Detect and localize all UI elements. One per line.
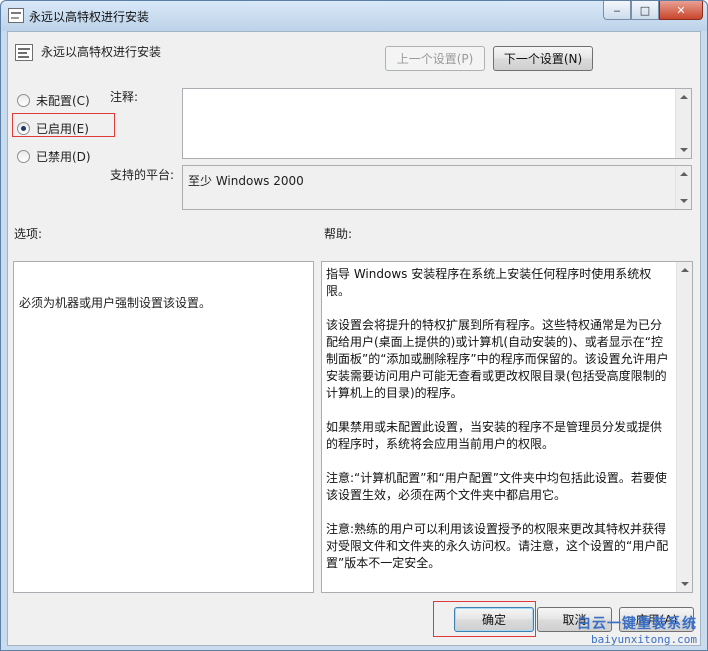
options-text: 必须为机器或用户强制设置该设置。 xyxy=(19,296,212,310)
previous-setting-button[interactable]: 上一个设置(P) xyxy=(385,46,485,71)
setting-icon xyxy=(15,44,33,61)
radio-disabled-label: 已禁用(D) xyxy=(36,150,91,164)
help-paragraph: 注意:“计算机配置”和“用户配置”文件夹中均包括此设置。若要使该设置生效，必须在… xyxy=(326,471,667,502)
help-text: 指导 Windows 安装程序在系统上安装任何程序时使用系统权限。 该设置会将提… xyxy=(326,266,672,589)
help-label: 帮助: xyxy=(324,227,353,241)
close-icon: ✕ xyxy=(676,3,686,17)
options-label: 选项: xyxy=(14,227,43,241)
watermark-title: 白云一键重装系统 xyxy=(577,616,697,632)
dialog-client-area: 永远以高特权进行安装 上一个设置(P) 下一个设置(N) 未配置(C) 已启用(… xyxy=(7,31,701,646)
radio-not-configured-label: 未配置(C) xyxy=(36,94,90,108)
radio-not-configured-circle[interactable] xyxy=(17,94,30,107)
scroll-down-icon[interactable] xyxy=(680,148,688,152)
radio-disabled[interactable]: 已禁用(D) xyxy=(17,148,91,165)
radio-disabled-circle[interactable] xyxy=(17,150,30,163)
platform-value: 至少 Windows 2000 xyxy=(188,174,304,188)
radio-enabled-label: 已启用(E) xyxy=(36,122,89,136)
radio-not-configured[interactable]: 未配置(C) xyxy=(17,92,90,109)
help-paragraph: 注意:熟练的用户可以利用该设置授予的权限来更改其特权并获得对受限文件和文件夹的永… xyxy=(326,522,669,570)
dialog-window: 永远以高特权进行安装 ‒ □ ✕ 永远以高特权进行安装 上一个设置(P) 下一个… xyxy=(0,0,708,651)
minimize-icon: ‒ xyxy=(613,3,621,17)
window-title: 永远以高特权进行安装 xyxy=(29,10,150,24)
scroll-up-icon[interactable] xyxy=(680,172,688,176)
scroll-up-icon[interactable] xyxy=(681,268,689,272)
help-panel: 指导 Windows 安装程序在系统上安装任何程序时使用系统权限。 该设置会将提… xyxy=(321,261,693,593)
scroll-up-icon[interactable] xyxy=(680,95,688,99)
minimize-button[interactable]: ‒ xyxy=(603,1,631,20)
comment-scrollbar[interactable] xyxy=(675,89,691,158)
radio-enabled-circle[interactable] xyxy=(17,122,30,135)
watermark: 白云一键重装系统 baiyunxitong.com xyxy=(577,613,697,646)
policy-setting-icon xyxy=(8,8,24,23)
scroll-down-icon[interactable] xyxy=(681,582,689,586)
next-setting-button[interactable]: 下一个设置(N) xyxy=(493,46,593,71)
help-paragraph: 指导 Windows 安装程序在系统上安装任何程序时使用系统权限。 xyxy=(326,267,652,298)
watermark-url: baiyunxitong.com xyxy=(591,633,697,646)
maximize-button[interactable]: □ xyxy=(631,1,659,20)
window-controls: ‒ □ ✕ xyxy=(603,1,703,21)
platform-scrollbar[interactable] xyxy=(675,166,691,209)
platform-label: 支持的平台: xyxy=(110,168,175,182)
title-bar: 永远以高特权进行安装 ‒ □ ✕ xyxy=(1,1,707,31)
setting-name: 永远以高特权进行安装 xyxy=(41,45,162,59)
radio-enabled[interactable]: 已启用(E) xyxy=(17,120,89,137)
help-paragraph: 该设置会将提升的特权扩展到所有程序。这些特权通常是为已分配给用户(桌面上提供的)… xyxy=(326,318,669,400)
maximize-icon: □ xyxy=(639,3,651,17)
comment-label: 注释: xyxy=(110,90,139,104)
ok-button[interactable]: 确定 xyxy=(454,607,534,632)
comment-textarea[interactable] xyxy=(182,88,692,159)
help-paragraph: 如果禁用或未配置此设置，当安装的程序不是管理员分发或提供的程序时，系统将会应用当… xyxy=(326,420,663,451)
platform-field: 至少 Windows 2000 xyxy=(182,165,692,210)
scroll-down-icon[interactable] xyxy=(680,199,688,203)
help-scrollbar[interactable] xyxy=(676,262,692,592)
options-panel: 必须为机器或用户强制设置该设置。 xyxy=(13,261,314,593)
close-button[interactable]: ✕ xyxy=(659,1,703,20)
